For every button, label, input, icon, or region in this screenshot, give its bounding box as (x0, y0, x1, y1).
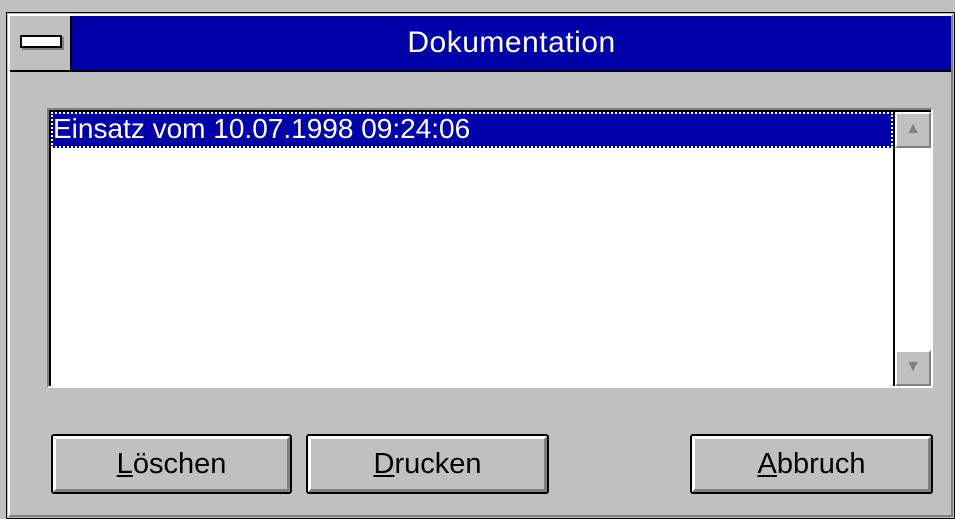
delete-button-mnemonic: L (116, 448, 133, 480)
title-bar[interactable]: Dokumentation (10, 16, 951, 72)
window-title: Dokumentation (407, 26, 616, 59)
scroll-up-button[interactable]: ▲ (895, 112, 931, 148)
print-button-label: rucken (394, 448, 482, 480)
scroll-down-arrow-icon: ▼ (905, 358, 921, 375)
print-button-face: Drucken (308, 436, 547, 492)
cancel-button-face: Abbruch (692, 436, 931, 492)
system-menu-button[interactable] (10, 16, 72, 70)
list-area[interactable]: Einsatz vom 10.07.1998 09:24:06 (51, 112, 893, 386)
scroll-up-arrow-icon: ▲ (905, 120, 921, 137)
delete-button-label: öschen (132, 448, 227, 480)
print-button-mnemonic: D (373, 448, 395, 480)
list-item[interactable]: Einsatz vom 10.07.1998 09:24:06 (51, 112, 893, 148)
cancel-button-label: bbruch (776, 448, 866, 480)
listbox-frame: Einsatz vom 10.07.1998 09:24:06 ▲ ▼ (49, 110, 931, 386)
delete-button-face: Löschen (53, 436, 290, 492)
cancel-button-mnemonic: A (757, 448, 777, 480)
system-menu-icon (20, 35, 62, 48)
delete-button[interactable]: Löschen (51, 434, 292, 494)
print-button[interactable]: Drucken (306, 434, 549, 494)
documentation-listbox[interactable]: Einsatz vom 10.07.1998 09:24:06 ▲ ▼ (47, 108, 933, 388)
cancel-button[interactable]: Abbruch (690, 434, 933, 494)
dialog-window: Dokumentation Einsatz vom 10.07.1998 09:… (8, 14, 953, 517)
scroll-down-button[interactable]: ▼ (895, 350, 931, 386)
vertical-scrollbar[interactable]: ▲ ▼ (893, 112, 931, 386)
